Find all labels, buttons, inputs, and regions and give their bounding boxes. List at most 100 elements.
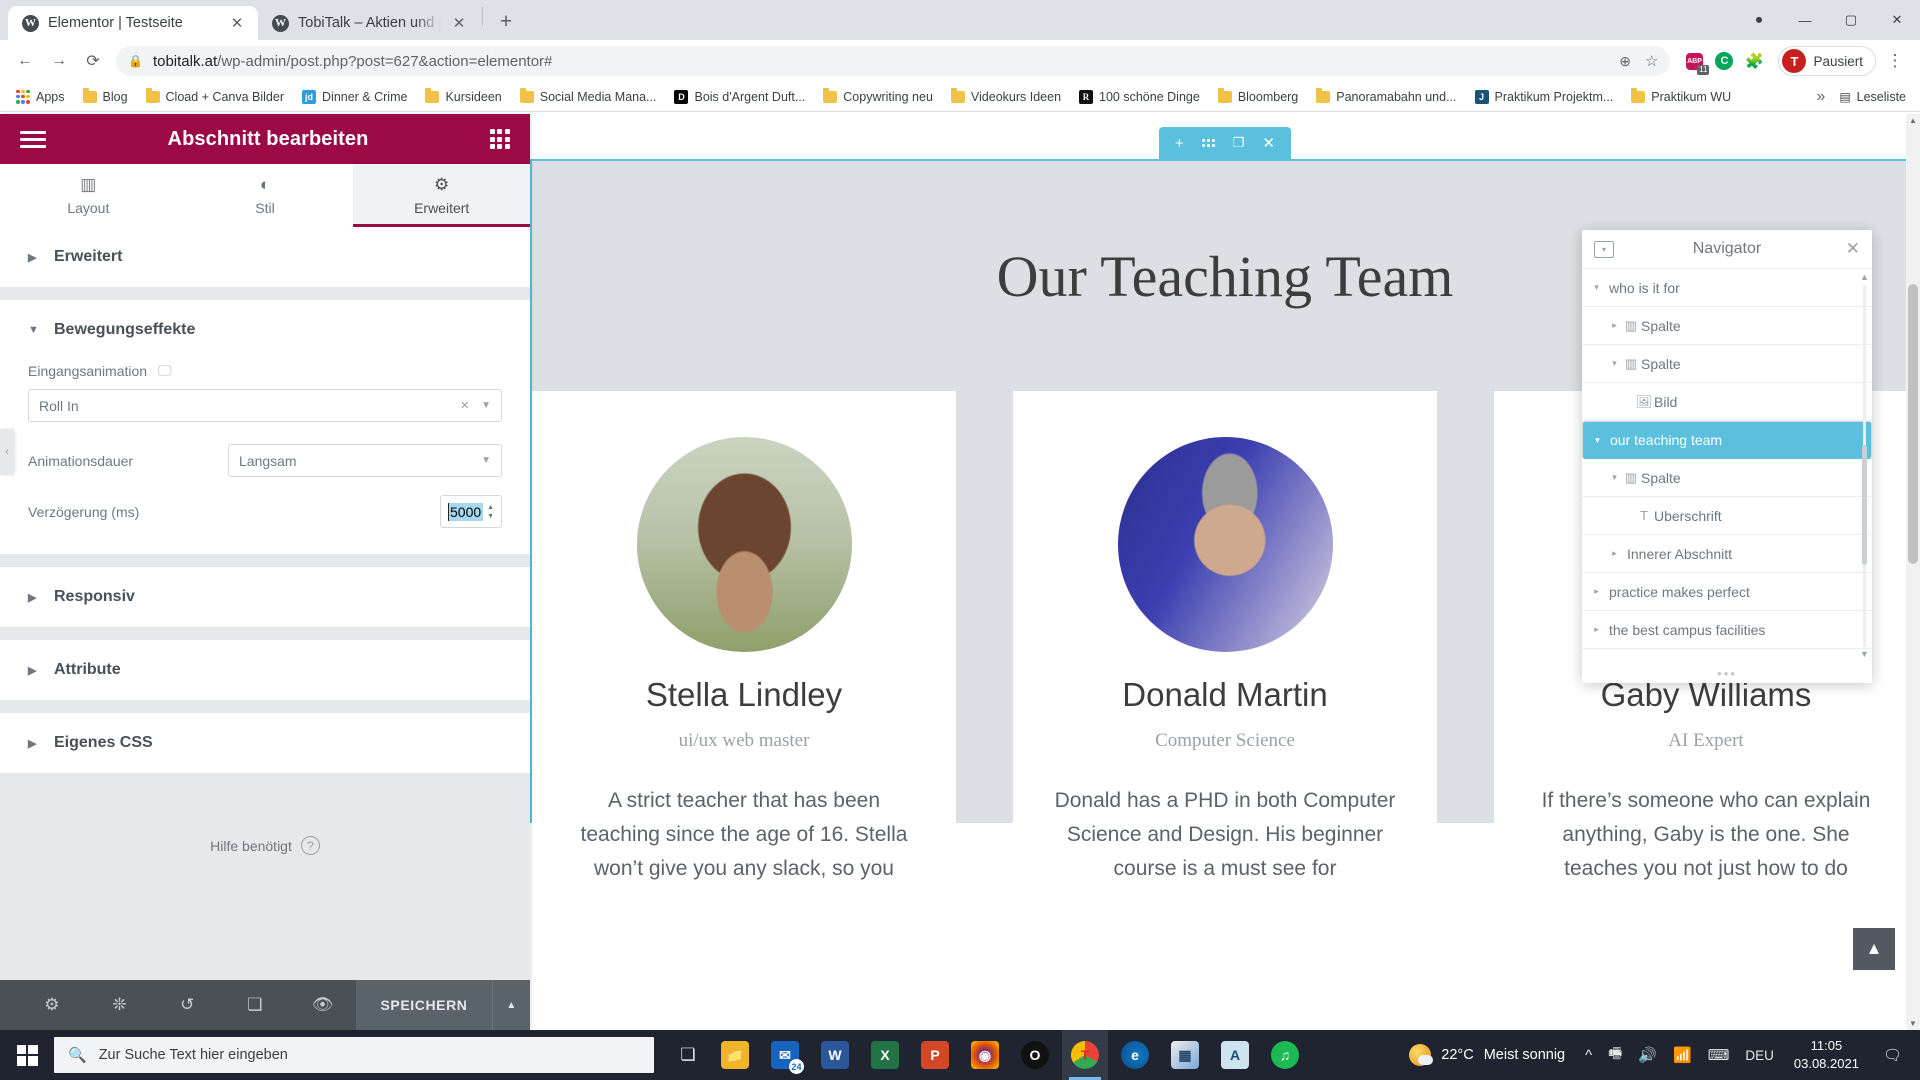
chevron-down-icon[interactable]: ▼ <box>481 455 491 466</box>
navigator-item-our-teaching-team[interactable]: ▾ our teaching team <box>1582 421 1872 459</box>
start-button[interactable] <box>0 1030 54 1080</box>
drag-handle-icon[interactable] <box>1201 139 1215 147</box>
close-icon[interactable]: ✕ <box>1846 239 1860 259</box>
reload-button[interactable]: ⟳ <box>78 46 108 76</box>
profile-button[interactable]: T Pausiert <box>1778 46 1876 76</box>
chevron-down-icon[interactable]: ▾ <box>1590 282 1603 293</box>
chevron-right-icon[interactable]: ▸ <box>1590 662 1603 663</box>
forward-button[interactable]: → <box>44 46 74 76</box>
bookmark-item[interactable]: Copywriting neu <box>815 87 941 107</box>
navigator-item-innerer-abschnitt[interactable]: ▸ Innerer Abschnitt <box>1582 535 1872 573</box>
wifi-icon[interactable]: 📶 <box>1665 1030 1700 1080</box>
back-button[interactable]: ← <box>10 46 40 76</box>
bookmark-item[interactable]: Videokurs Ideen <box>943 87 1069 107</box>
desktop-icon[interactable]: 🖵 <box>158 362 172 379</box>
scrollbar-thumb[interactable] <box>1862 445 1867 565</box>
tab-erweitert[interactable]: ⚙ Erweitert <box>353 164 531 227</box>
navigator-item-spalte[interactable]: ▾ ▥ Spalte <box>1582 459 1872 497</box>
delete-section-icon[interactable]: ✕ <box>1262 134 1275 152</box>
taskbar-app-powerpoint[interactable]: P <box>912 1030 958 1080</box>
navigator-item-spalte[interactable]: ▾ ▥ Spalte <box>1582 345 1872 383</box>
bookmark-item[interactable]: Bloomberg <box>1210 87 1306 107</box>
address-bar[interactable]: 🔒 tobitalk.at/wp-admin/post.php?post=627… <box>116 46 1671 76</box>
history-revert-icon[interactable]: ↺ <box>153 995 221 1015</box>
accordion-header[interactable]: ▶ Eigenes CSS <box>0 713 530 773</box>
taskbar-app-firefox[interactable]: ◉ <box>962 1030 1008 1080</box>
navigator-item-practice-makes-perfect[interactable]: ▸ practice makes perfect <box>1582 573 1872 611</box>
quantity-stepper[interactable]: ▲ ▼ <box>487 504 494 520</box>
minimize-button[interactable]: — <box>1782 0 1828 40</box>
three-dot-menu-icon[interactable]: ⋮ <box>1880 46 1910 76</box>
star-icon[interactable]: ☆ <box>1645 52 1658 70</box>
keyboard-icon[interactable]: ⌨ <box>1700 1030 1738 1080</box>
team-card[interactable]: Donald Martin Computer Science Donald ha… <box>1013 391 1437 880</box>
close-button[interactable]: ✕ <box>1874 0 1920 40</box>
accordion-erweitert[interactable]: ▶ Erweitert <box>0 227 530 288</box>
scroll-up-arrow-icon[interactable]: ▲ <box>1906 116 1920 125</box>
scroll-down-arrow-icon[interactable]: ▼ <box>1906 1019 1920 1028</box>
taskbar-app-word[interactable]: W <box>812 1030 858 1080</box>
taskbar-app-spotify[interactable]: ♫ <box>1262 1030 1308 1080</box>
browser-tab-0[interactable]: W Elementor | Testseite ✕ <box>8 6 258 40</box>
chevron-right-icon[interactable]: ▸ <box>1608 320 1621 331</box>
reading-list-button[interactable]: ▤ Leseliste <box>1839 90 1906 104</box>
chevron-down-icon[interactable]: ▾ <box>1591 435 1604 446</box>
navigator-item-uberschrift[interactable]: T Uberschrift <box>1582 497 1872 535</box>
chevron-down-icon[interactable]: ▼ <box>481 400 491 411</box>
navigator-item-spalte[interactable]: ▸ ▥ Spalte <box>1582 307 1872 345</box>
task-view-icon[interactable]: ❏ <box>664 1030 712 1080</box>
tab-close-icon[interactable]: ✕ <box>228 14 246 32</box>
bookmark-item[interactable]: Kursideen <box>417 87 509 107</box>
clock[interactable]: 11:05 03.08.2021 <box>1782 1037 1871 1072</box>
save-button[interactable]: SPEICHERN <box>356 980 492 1030</box>
tab-stil[interactable]: ◐ Stil <box>176 164 354 227</box>
notification-icon[interactable]: 🗨 <box>1871 1046 1914 1064</box>
accordion-header[interactable]: ▼ Bewegungseffekte <box>0 300 530 360</box>
team-card[interactable]: Stella Lindley ui/ux web master A strict… <box>532 391 956 880</box>
tab-close-icon[interactable]: ✕ <box>450 14 468 32</box>
ghostery-icon[interactable]: C <box>1710 47 1738 75</box>
new-tab-button[interactable]: + <box>491 7 521 37</box>
save-options-caret-icon[interactable]: ▲ <box>491 980 531 1030</box>
record-indicator-icon[interactable]: ⏺ <box>1736 0 1782 40</box>
tab-layout[interactable]: ▥ Layout <box>0 164 177 227</box>
scroll-to-top-button[interactable]: ▲ <box>1853 928 1895 970</box>
bookmark-item[interactable]: Cload + Canva Bilder <box>138 87 292 107</box>
chevron-right-icon[interactable]: ▸ <box>1608 548 1621 559</box>
taskbar-app-file-explorer[interactable]: 📁 <box>712 1030 758 1080</box>
tray-overflow-icon[interactable]: ^ <box>1577 1030 1600 1080</box>
navigator-item-the-best-campus-facilities[interactable]: ▸ the best campus facilities <box>1582 611 1872 649</box>
widgets-grid-icon[interactable] <box>489 129 510 149</box>
search-input[interactable]: 🔍 Zur Suche Text hier eingeben <box>54 1037 654 1073</box>
zoom-icon[interactable]: ⊕ <box>1619 53 1631 70</box>
speaker-icon[interactable]: 🔊 <box>1630 1030 1665 1080</box>
accordion-header[interactable]: ▶ Attribute <box>0 640 530 700</box>
panel-collapse-handle[interactable]: ‹ <box>0 429 14 475</box>
add-section-icon[interactable]: + <box>1175 135 1184 152</box>
maximize-button[interactable]: ▢ <box>1828 0 1874 40</box>
bookmark-item[interactable]: Panoramabahn und... <box>1308 87 1464 107</box>
taskbar-app-acrobat[interactable]: A <box>1212 1030 1258 1080</box>
delay-value[interactable]: 5000 <box>448 502 484 521</box>
entrance-animation-select[interactable]: Roll In × ▼ <box>28 389 502 422</box>
chevron-down-icon[interactable]: ▾ <box>1608 358 1621 369</box>
bookmark-item[interactable]: Blog <box>75 87 136 107</box>
bookmark-item[interactable]: D Bois d'Argent Duft... <box>666 87 813 107</box>
taskbar-app-chrome[interactable]: T <box>1062 1030 1108 1080</box>
navigator-item-who-is-it-for[interactable]: ▾ who is it for <box>1582 269 1872 307</box>
bookmark-item[interactable]: R 100 schöne Dinge <box>1071 87 1208 107</box>
clear-icon[interactable]: × <box>460 397 469 414</box>
adblock-icon[interactable]: ABP 11 <box>1680 47 1710 75</box>
accordion-header[interactable]: ▶ Erweitert <box>0 227 530 287</box>
taskbar-app-edge[interactable]: e <box>1112 1030 1158 1080</box>
puzzle-extensions-icon[interactable]: 🧩 <box>1740 47 1768 75</box>
bookmark-item[interactable]: J Praktikum Projektm... <box>1467 87 1622 107</box>
navigator-item-learn-from-the-very-best[interactable]: ▸ learn from the very best <box>1582 649 1872 664</box>
scrollbar-thumb[interactable] <box>1908 284 1918 564</box>
bookmark-item[interactable]: jd Dinner & Crime <box>294 87 415 107</box>
scroll-down-arrow-icon[interactable]: ▼ <box>1860 650 1869 659</box>
chevron-right-icon[interactable]: ▸ <box>1590 586 1603 597</box>
hamburger-icon[interactable] <box>20 130 46 148</box>
delay-input[interactable]: 5000 ▲ ▼ <box>440 495 502 528</box>
accordion-bewegungseffekte[interactable]: ▼ Bewegungseffekte Eingangsanimation 🖵 R… <box>0 300 530 555</box>
